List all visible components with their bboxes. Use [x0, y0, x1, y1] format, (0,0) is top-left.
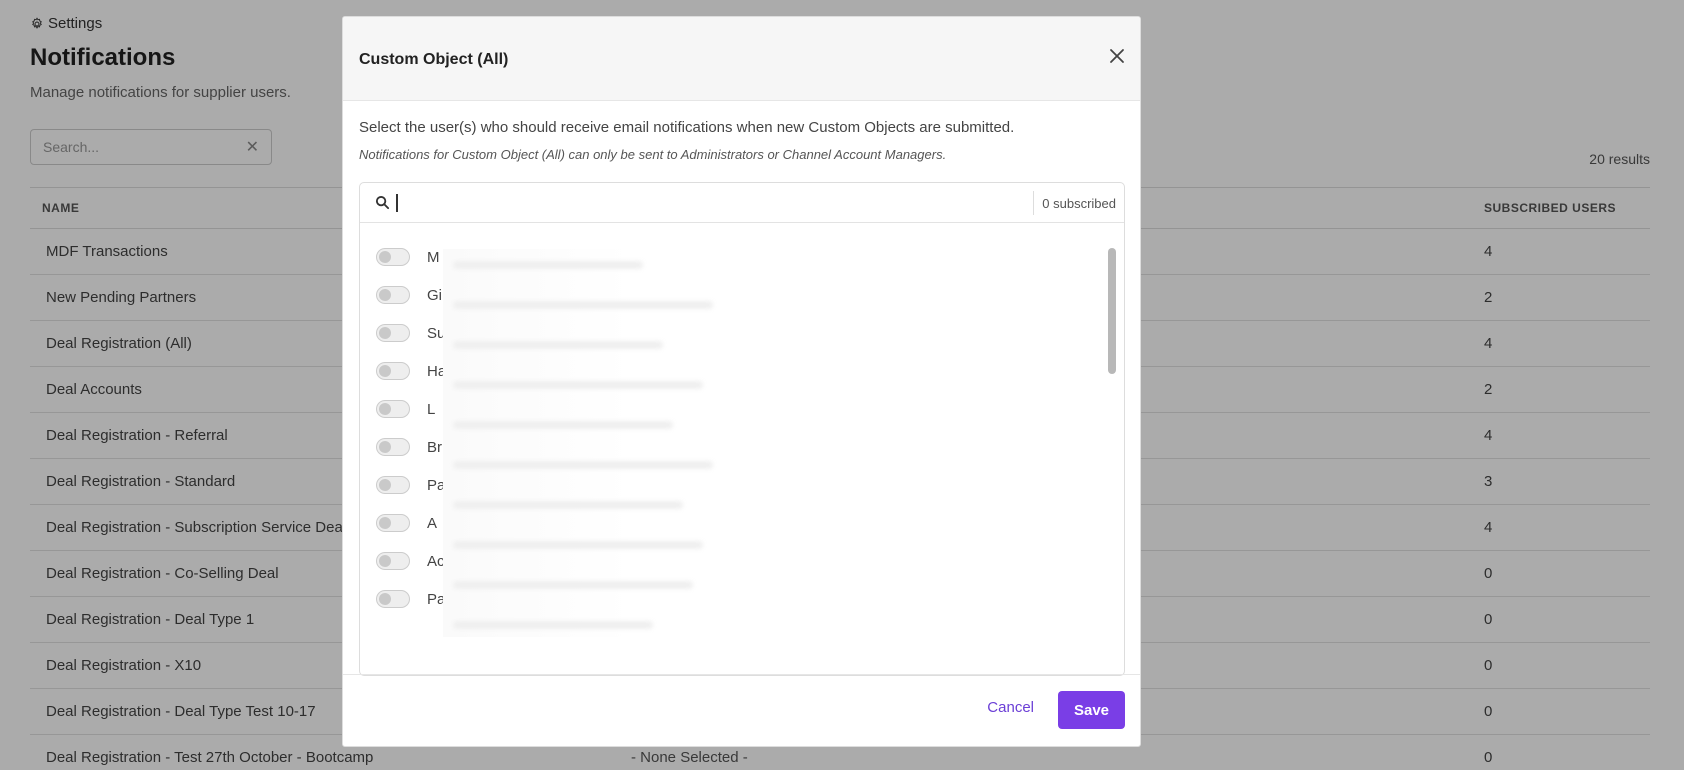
toggle-knob: [379, 441, 391, 453]
user-name: Ha: [427, 362, 443, 380]
user-name: A: [427, 514, 438, 532]
user-row: Pa: [376, 589, 443, 609]
subscribe-toggle[interactable]: [376, 476, 410, 494]
user-row: A: [376, 513, 443, 533]
user-list-scrollbar[interactable]: [1108, 248, 1116, 374]
user-select-panel: 0 subscribed M Gi Su Ha L Br Pa A Ac Pa: [359, 182, 1125, 676]
toggle-knob: [379, 403, 391, 415]
user-search-input[interactable]: [396, 193, 996, 212]
notification-modal: Custom Object (All) Select the user(s) w…: [342, 16, 1141, 747]
user-search-bar: 0 subscribed: [360, 183, 1124, 223]
subscribe-toggle[interactable]: [376, 400, 410, 418]
subscribed-count: 0 subscribed: [1033, 191, 1116, 215]
subscribe-toggle[interactable]: [376, 362, 410, 380]
user-name: M: [427, 248, 440, 266]
subscribe-toggle[interactable]: [376, 248, 410, 266]
modal-note: Notifications for Custom Object (All) ca…: [359, 147, 947, 162]
modal-description: Select the user(s) who should receive em…: [359, 119, 1015, 136]
modal-footer: Cancel Save: [343, 674, 1140, 746]
toggle-knob: [379, 555, 391, 567]
user-name: L: [427, 400, 436, 418]
user-row: Gi: [376, 285, 443, 305]
user-row: Ac: [376, 551, 443, 571]
toggle-knob: [379, 289, 391, 301]
subscribe-toggle[interactable]: [376, 590, 410, 608]
user-name: Ac: [427, 552, 443, 570]
user-name: Br: [427, 438, 442, 456]
save-button[interactable]: Save: [1058, 691, 1125, 729]
subscribe-toggle[interactable]: [376, 552, 410, 570]
search-icon: [375, 195, 390, 210]
subscribe-toggle[interactable]: [376, 514, 410, 532]
user-row: M: [376, 247, 443, 267]
subscribe-toggle[interactable]: [376, 438, 410, 456]
user-list[interactable]: M Gi Su Ha L Br Pa A Ac Pa: [360, 224, 1124, 675]
user-name: Pa: [427, 590, 443, 608]
toggle-knob: [379, 251, 391, 263]
redacted-user-details: [443, 249, 713, 637]
toggle-knob: [379, 593, 391, 605]
modal-header: Custom Object (All): [343, 17, 1140, 101]
user-row: Pa: [376, 475, 443, 495]
user-row: L: [376, 399, 443, 419]
user-row: Ha: [376, 361, 443, 381]
user-name: Gi: [427, 286, 442, 304]
modal-title: Custom Object (All): [359, 51, 509, 68]
user-row: Br: [376, 437, 443, 457]
toggle-knob: [379, 327, 391, 339]
user-name: Su: [427, 324, 443, 342]
toggle-knob: [379, 365, 391, 377]
subscribe-toggle[interactable]: [376, 286, 410, 304]
user-row: Su: [376, 323, 443, 343]
cancel-button[interactable]: Cancel: [987, 699, 1034, 716]
toggle-knob: [379, 479, 391, 491]
toggle-knob: [379, 517, 391, 529]
user-name: Pa: [427, 476, 443, 494]
subscribe-toggle[interactable]: [376, 324, 410, 342]
close-icon[interactable]: [1106, 45, 1128, 67]
